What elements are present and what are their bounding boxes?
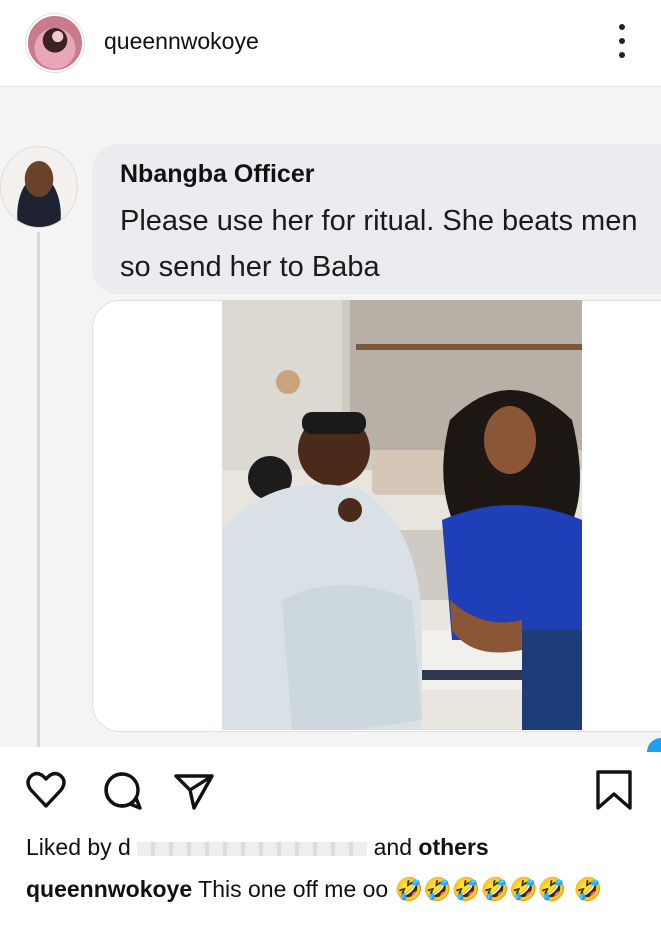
comment-bubble: Nbangba Officer Please use her for ritua… <box>92 144 661 294</box>
thread-line <box>37 232 40 747</box>
heart-icon[interactable] <box>24 768 68 812</box>
post-header: queennwokoye <box>0 0 661 87</box>
comment-author: Nbangba Officer <box>120 160 315 188</box>
likes-summary[interactable]: Liked by d and others <box>26 834 489 861</box>
redacted-usernames <box>137 841 368 856</box>
action-bar <box>0 752 661 822</box>
comment-text: Please use her for ritual. She beats men… <box>120 205 638 283</box>
caption-username[interactable]: queennwokoye <box>26 876 192 902</box>
avatar[interactable] <box>26 14 84 72</box>
likes-others[interactable]: others <box>418 834 488 860</box>
comment-icon[interactable] <box>100 768 144 812</box>
likes-prefix: Liked by d <box>26 834 131 860</box>
comment-avatar <box>0 146 78 228</box>
likes-and: and <box>373 834 413 860</box>
caption-text: This one off me oo <box>198 876 389 902</box>
bookmark-icon[interactable] <box>592 768 636 812</box>
post-author-username[interactable]: queennwokoye <box>104 28 259 55</box>
caption-emojis: 🤣🤣🤣🤣🤣🤣 🤣 <box>394 877 603 903</box>
send-icon[interactable] <box>172 768 216 812</box>
more-vertical-icon[interactable] <box>617 24 627 58</box>
post-caption: queennwokoye This one off me oo 🤣🤣🤣🤣🤣🤣 🤣 <box>26 872 636 907</box>
attached-photo <box>222 300 582 730</box>
